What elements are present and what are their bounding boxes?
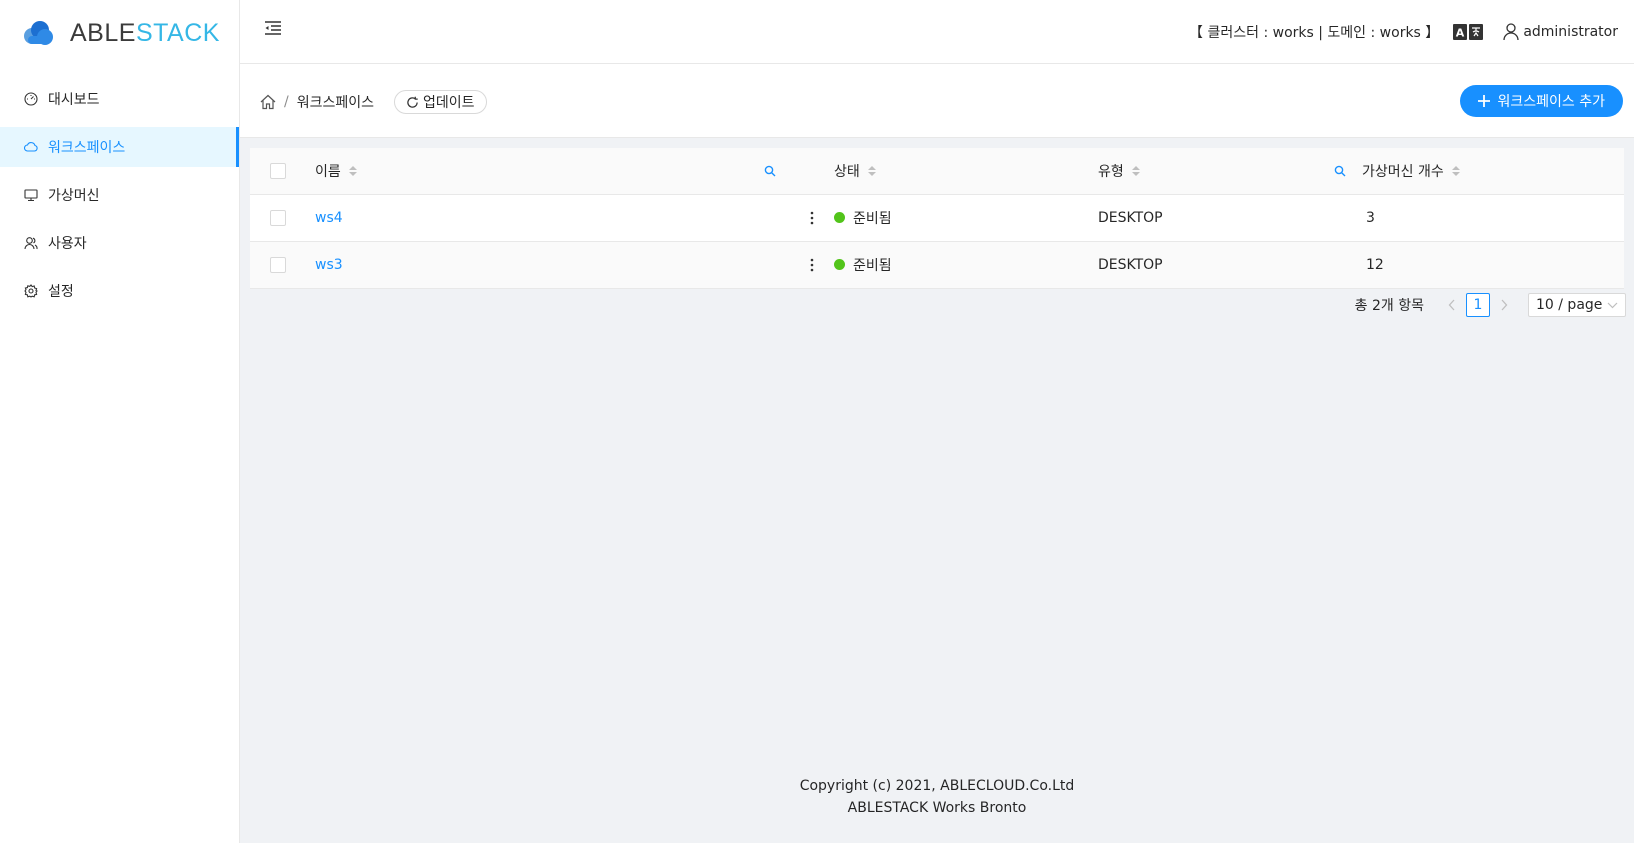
sort-type-icon[interactable] — [1131, 165, 1140, 176]
svg-text:A: A — [1456, 27, 1465, 40]
home-icon[interactable] — [260, 94, 276, 110]
page-size-value: 10 / page — [1536, 297, 1603, 313]
footer-copyright: Copyright (c) 2021, ABLECLOUD.Co.Ltd — [799, 778, 1075, 794]
status-text: 준비됨 — [853, 210, 892, 227]
search-type-icon[interactable] — [1334, 165, 1346, 177]
dashboard-icon — [24, 92, 38, 106]
sidebar-item-dashboard[interactable]: 대시보드 — [0, 79, 239, 119]
sidebar-item-vm[interactable]: 가상머신 — [0, 175, 239, 215]
footer: Copyright (c) 2021, ABLECLOUD.Co.Ltd ABL… — [240, 775, 1634, 819]
table-row[interactable]: ws4 준비됨 DESKTOP 3 — [250, 194, 1624, 242]
workspace-name-link[interactable]: ws4 — [315, 210, 343, 226]
pagination: 총 2개 항목 1 10 / page — [1355, 293, 1626, 317]
sidebar-item-label: 대시보드 — [48, 92, 100, 108]
sidebar-item-label: 사용자 — [48, 236, 87, 252]
sort-status-icon[interactable] — [867, 165, 876, 176]
page-header: / 워크스페이스 업데이트 워크스페이스 추가 — [240, 64, 1634, 138]
footer-product: ABLESTACK Works Bronto — [847, 800, 1027, 816]
more-actions-icon[interactable] — [806, 211, 818, 225]
select-all-checkbox[interactable] — [270, 162, 286, 179]
user-menu[interactable]: administrator — [1503, 23, 1618, 41]
sidebar-item-label: 가상머신 — [48, 188, 100, 204]
table-row[interactable]: ws3 준비됨 DESKTOP 12 — [250, 241, 1624, 289]
top-header: 【 클러스터 : works | 도메인 : works 】 A adminis… — [240, 0, 1634, 64]
status-dot-icon — [834, 212, 845, 223]
status-dot-icon — [834, 259, 845, 270]
type-text: DESKTOP — [1098, 209, 1163, 226]
sidebar-item-settings[interactable]: 설정 — [0, 271, 239, 311]
sidebar-item-users[interactable]: 사용자 — [0, 223, 239, 263]
logo-text: ABLESTACK — [70, 18, 220, 47]
breadcrumb: / 워크스페이스 업데이트 — [260, 90, 487, 114]
sort-name-icon[interactable] — [348, 165, 357, 176]
workspace-name-link[interactable]: ws3 — [315, 257, 343, 273]
workspace-table: 이름 상태 유형 가상머신 개수 ws4 준비됨 DESKTOP 3 ws3 준… — [250, 148, 1624, 289]
translate-icon[interactable]: A — [1453, 24, 1484, 40]
main-content: / 워크스페이스 업데이트 워크스페이스 추가 이름 상태 유형 가상머신 개수… — [240, 64, 1634, 843]
table-header-row: 이름 상태 유형 가상머신 개수 — [250, 148, 1624, 195]
add-workspace-label: 워크스페이스 추가 — [1497, 94, 1606, 110]
vm-count-text: 12 — [1366, 256, 1384, 273]
reload-icon — [407, 96, 418, 108]
page-number[interactable]: 1 — [1466, 293, 1490, 317]
next-page-icon[interactable] — [1492, 293, 1516, 317]
refresh-button[interactable]: 업데이트 — [394, 90, 487, 114]
sidebar-item-workspace[interactable]: 워크스페이스 — [0, 127, 239, 167]
type-text: DESKTOP — [1098, 256, 1163, 273]
chevron-down-icon — [1607, 302, 1618, 308]
page-size-select[interactable]: 10 / page — [1528, 293, 1626, 317]
cloud-icon — [24, 140, 38, 154]
status-badge: 준비됨 — [834, 208, 1082, 228]
plus-icon — [1477, 95, 1490, 107]
prev-page-icon[interactable] — [1440, 293, 1464, 317]
user-icon — [1503, 23, 1519, 41]
more-actions-icon[interactable] — [806, 258, 818, 272]
row-checkbox[interactable] — [270, 209, 286, 226]
cluster-info: 【 클러스터 : works | 도메인 : works 】 — [1189, 25, 1440, 41]
desktop-icon — [24, 188, 38, 202]
logo[interactable]: ABLESTACK — [0, 0, 239, 66]
vm-count-text: 3 — [1366, 209, 1375, 226]
username: administrator — [1523, 24, 1618, 40]
sort-vm-count-icon[interactable] — [1451, 165, 1460, 176]
add-workspace-button[interactable]: 워크스페이스 추가 — [1459, 85, 1623, 117]
sidebar-item-label: 워크스페이스 — [48, 140, 126, 156]
gear-icon — [24, 284, 38, 298]
sidebar: ABLESTACK 대시보드 워크스페이스 가상머신 사용자 설정 — [0, 0, 240, 843]
refresh-label: 업데이트 — [423, 95, 475, 111]
header-right: 【 클러스터 : works | 도메인 : works 】 A adminis… — [1189, 0, 1618, 64]
column-header-type: 유형 — [1098, 163, 1124, 180]
column-header-status: 상태 — [834, 163, 860, 180]
column-header-vm-count: 가상머신 개수 — [1362, 163, 1444, 180]
sidebar-menu: 대시보드 워크스페이스 가상머신 사용자 설정 — [0, 79, 239, 311]
ablestack-logo-icon — [24, 21, 53, 45]
menu-fold-icon[interactable] — [264, 20, 284, 40]
row-checkbox[interactable] — [270, 256, 286, 273]
column-header-name: 이름 — [315, 163, 341, 180]
sidebar-item-label: 설정 — [48, 284, 74, 300]
breadcrumb-separator: / — [284, 94, 289, 110]
search-name-icon[interactable] — [764, 165, 776, 177]
breadcrumb-current: 워크스페이스 — [296, 95, 374, 111]
status-badge: 준비됨 — [834, 255, 1082, 275]
user-icon — [24, 236, 38, 250]
status-text: 준비됨 — [853, 257, 892, 274]
total-items: 총 2개 항목 — [1354, 298, 1424, 314]
